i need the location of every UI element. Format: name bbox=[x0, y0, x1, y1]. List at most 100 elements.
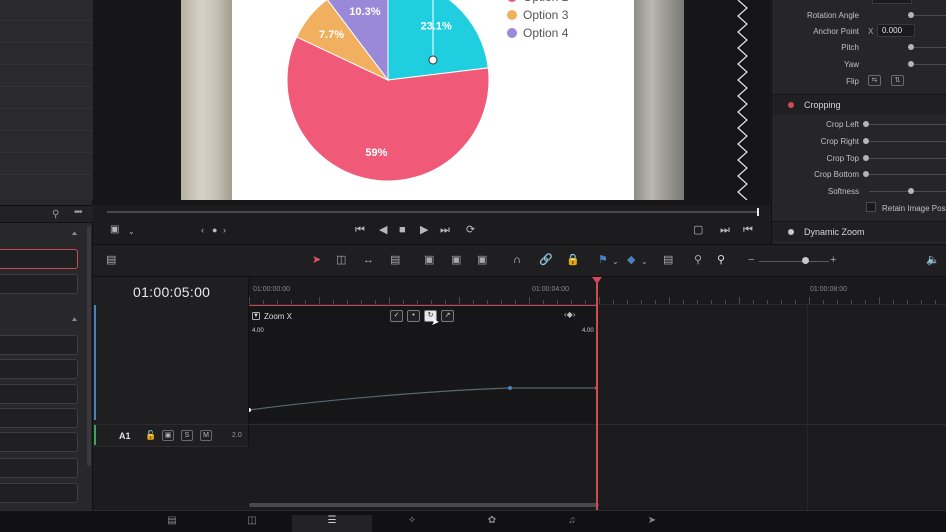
next-edit-icon[interactable]: ⏭ bbox=[720, 223, 730, 237]
chevron-up-icon[interactable]: ▲ bbox=[70, 230, 79, 237]
play-icon[interactable]: ▶ bbox=[420, 223, 428, 237]
softness-slider[interactable] bbox=[908, 188, 914, 194]
flip-vertical-button[interactable]: ⇅ bbox=[891, 75, 904, 86]
blade-tool-icon[interactable]: ▤ bbox=[390, 254, 400, 267]
list-item[interactable] bbox=[0, 458, 78, 478]
timeline-toolbar: ▤ ➤ ◫ ↔ ▤ ▣ ▣ ▣ ∩ 🔗 🔒 ⚑ ⌄ ◆ ⌄ ▤ ⚲ ⚲ − + … bbox=[93, 244, 946, 277]
list-item[interactable] bbox=[0, 483, 78, 503]
jog-right-icon[interactable]: › bbox=[223, 223, 226, 237]
snapping-icon[interactable]: ∩ bbox=[513, 254, 521, 267]
playhead-handle[interactable] bbox=[592, 277, 602, 284]
marker-icon[interactable]: ◆ bbox=[627, 254, 635, 267]
keyframe-point[interactable] bbox=[249, 408, 251, 412]
speaker-icon[interactable]: 🔈 bbox=[926, 254, 940, 267]
flip-horizontal-button[interactable]: ⇆ bbox=[868, 75, 881, 86]
list-item[interactable] bbox=[0, 359, 78, 379]
deliver-page-tab[interactable]: ➤ bbox=[622, 515, 682, 532]
linked-selection-icon[interactable]: 🔗 bbox=[539, 254, 553, 267]
list-item[interactable] bbox=[0, 432, 78, 452]
pitch-label: Pitch bbox=[841, 43, 859, 52]
cropping-enable-toggle[interactable] bbox=[788, 102, 794, 108]
match-frame-icon[interactable]: ▢ bbox=[693, 223, 703, 237]
previous-edit-icon[interactable]: ⏮ bbox=[743, 223, 753, 237]
ruler-label: 01:00:00:00 bbox=[253, 286, 290, 293]
viewer-scrubber[interactable] bbox=[107, 211, 757, 213]
search-icon[interactable]: ⚲ bbox=[52, 209, 59, 220]
jog-left-icon[interactable]: ‹ bbox=[201, 223, 204, 237]
trim-tool-icon[interactable]: ◫ bbox=[336, 254, 346, 267]
viewer-mode-icon[interactable]: ▣ bbox=[110, 223, 119, 237]
chevron-down-icon[interactable]: ⌄ bbox=[641, 255, 648, 268]
color-page-tab[interactable]: ✿ bbox=[462, 515, 522, 532]
lock-track-icon[interactable]: 🔓 bbox=[145, 430, 156, 441]
clip-edge-zigzag bbox=[737, 0, 748, 200]
replace-clip-icon[interactable]: ▣ bbox=[477, 254, 487, 267]
list-item[interactable] bbox=[0, 384, 78, 404]
solo-button[interactable]: S bbox=[181, 430, 193, 441]
timeline-view-options-icon[interactable]: ▤ bbox=[106, 254, 116, 267]
loop-icon[interactable]: ⟳ bbox=[466, 223, 475, 237]
timeline-horizontal-scrollbar[interactable] bbox=[249, 503, 599, 507]
list-item[interactable] bbox=[0, 274, 78, 294]
media-pool-area bbox=[0, 0, 93, 200]
zoom-slider-track[interactable] bbox=[759, 261, 829, 262]
pie-chart: 23.1% 59% 7.7% 10.3% Option 2 Option 3 Option … bbox=[286, 0, 569, 182]
anchor-x-field[interactable]: 0.000 bbox=[877, 24, 915, 37]
list-item[interactable] bbox=[0, 335, 78, 355]
custom-zoom-icon[interactable]: ⚲ bbox=[717, 254, 725, 267]
timeline-timecode[interactable]: 01:00:05:00 bbox=[133, 284, 210, 300]
go-to-end-icon[interactable]: ⏭ bbox=[440, 223, 450, 237]
list-item[interactable] bbox=[0, 408, 78, 428]
inspector-panel: Rotation Angle Anchor Point X 0.000 Pitc… bbox=[771, 0, 946, 244]
keyframe-curve-editor[interactable]: ▼ Zoom X ✓ • ↻ ↗ ‹◆› 4.00 4.00 ➤ bbox=[249, 305, 598, 423]
fairlight-page-tab[interactable]: ♫ bbox=[542, 515, 602, 532]
crop-left-label: Crop Left bbox=[826, 120, 859, 129]
chevron-down-icon[interactable]: ⌄ bbox=[128, 225, 135, 239]
dynamic-zoom-section-header[interactable]: Dynamic Zoom bbox=[772, 221, 946, 241]
media-page-tab[interactable]: ▤ bbox=[142, 515, 202, 532]
left-panel-toolbar: ⚲ ••• bbox=[0, 205, 93, 223]
crop-bottom-label: Crop Bottom bbox=[814, 170, 859, 179]
audio-track-header[interactable]: A1 🔓 ▣ S M 2.0 bbox=[93, 425, 249, 447]
auto-track-select-button[interactable]: ▣ bbox=[162, 430, 174, 441]
insert-clip-icon[interactable]: ▣ bbox=[424, 254, 434, 267]
more-options-icon[interactable]: ••• bbox=[74, 207, 82, 218]
timecode-header: 01:00:05:00 bbox=[93, 277, 249, 305]
play-reverse-icon[interactable]: ◀ bbox=[379, 223, 387, 237]
list-item[interactable] bbox=[0, 249, 78, 269]
keyframe-point[interactable] bbox=[508, 386, 512, 390]
flag-icon[interactable]: ⚑ bbox=[598, 254, 608, 267]
edit-page-tab[interactable]: ☰ bbox=[292, 515, 372, 532]
position-lock-icon[interactable]: 🔒 bbox=[566, 254, 580, 267]
scrollbar[interactable] bbox=[87, 226, 91, 466]
dynamic-zoom-enable-toggle[interactable] bbox=[788, 229, 794, 235]
pie-slice-label: 7.7% bbox=[319, 29, 344, 41]
anchor-x-label: X bbox=[868, 27, 874, 36]
go-to-start-icon[interactable]: ⏮ bbox=[355, 223, 365, 237]
stop-icon[interactable]: ■ bbox=[399, 223, 406, 237]
fusion-page-tab[interactable]: ✧ bbox=[382, 515, 442, 532]
video-track-header[interactable] bbox=[93, 305, 249, 425]
zoom-out-icon[interactable]: − bbox=[748, 254, 754, 267]
chevron-up-icon[interactable]: ▲ bbox=[70, 316, 79, 323]
timeline: 01:00:05:00 01:00:00:00 01:00:04:00 01:0… bbox=[93, 277, 946, 510]
cropping-section-header[interactable]: Cropping bbox=[772, 94, 946, 114]
value-field-partial[interactable] bbox=[872, 0, 912, 4]
audio-track-name: A1 bbox=[119, 431, 131, 441]
overwrite-clip-icon[interactable]: ▣ bbox=[451, 254, 461, 267]
retain-image-position-checkbox[interactable] bbox=[866, 202, 876, 212]
scrubber-end-marker bbox=[757, 208, 759, 216]
chevron-down-icon[interactable]: ⌄ bbox=[612, 255, 619, 268]
legend-label: Option 2 bbox=[523, 0, 569, 4]
selection-tool-icon[interactable]: ➤ bbox=[312, 254, 321, 267]
full-extent-zoom-icon[interactable]: ▤ bbox=[663, 254, 673, 267]
zoom-slider-knob[interactable] bbox=[802, 257, 809, 264]
cut-page-tab[interactable]: ◫ bbox=[222, 515, 282, 532]
jog-dot-icon[interactable]: ● bbox=[212, 223, 217, 237]
zoom-in-icon[interactable]: + bbox=[830, 254, 836, 267]
transport-controls: ▣ ⌄ ‹ ● › ⏮ ◀ ■ ▶ ⏭ ⟳ ▢ ⏭ ⏮ bbox=[93, 218, 770, 244]
dynamic-trim-icon[interactable]: ↔ bbox=[363, 254, 374, 267]
detail-zoom-icon[interactable]: ⚲ bbox=[694, 254, 702, 267]
mute-button[interactable]: M bbox=[200, 430, 212, 441]
playhead[interactable] bbox=[596, 277, 598, 510]
